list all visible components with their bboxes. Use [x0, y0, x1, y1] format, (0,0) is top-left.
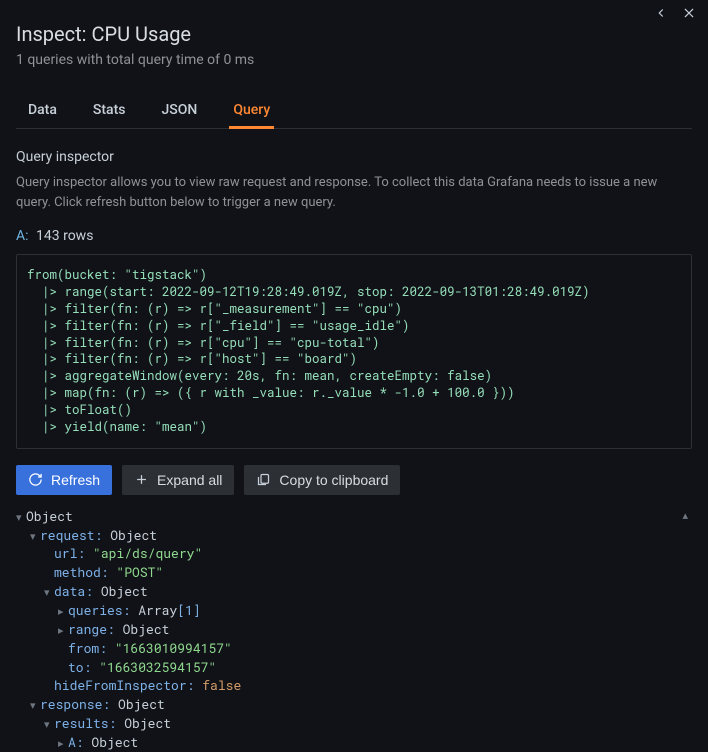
section-title: Query inspector [16, 149, 692, 165]
query-code: from(bucket: "tigstack") |> range(start:… [16, 254, 692, 449]
query-row-label: A: 143 rows [16, 228, 692, 244]
refresh-button[interactable]: Refresh [16, 465, 112, 495]
tab-query[interactable]: Query [229, 102, 274, 129]
expand-all-button[interactable]: Expand all [122, 465, 234, 495]
tab-bar: Data Stats JSON Query [16, 102, 692, 129]
section-desc: Query inspector allows you to view raw r… [16, 173, 692, 212]
tab-json[interactable]: JSON [157, 102, 201, 128]
refresh-label: Refresh [51, 472, 100, 488]
query-ref: A: [16, 228, 29, 244]
scroll-up-icon[interactable]: ▴ [682, 507, 688, 523]
page-title: Inspect: CPU Usage [16, 22, 692, 46]
copy-label: Copy to clipboard [279, 472, 388, 488]
json-viewer[interactable]: ▴ ▾Object ▾request: Object url: "api/ds/… [16, 507, 692, 752]
tab-stats[interactable]: Stats [89, 102, 130, 128]
page-subtitle: 1 queries with total query time of 0 ms [16, 52, 692, 68]
copy-clipboard-button[interactable]: Copy to clipboard [244, 465, 400, 495]
close-icon[interactable] [682, 6, 696, 24]
tab-data[interactable]: Data [24, 102, 61, 128]
expand-label: Expand all [157, 472, 222, 488]
back-icon[interactable] [654, 6, 668, 24]
query-rowcount: 143 rows [36, 228, 93, 244]
